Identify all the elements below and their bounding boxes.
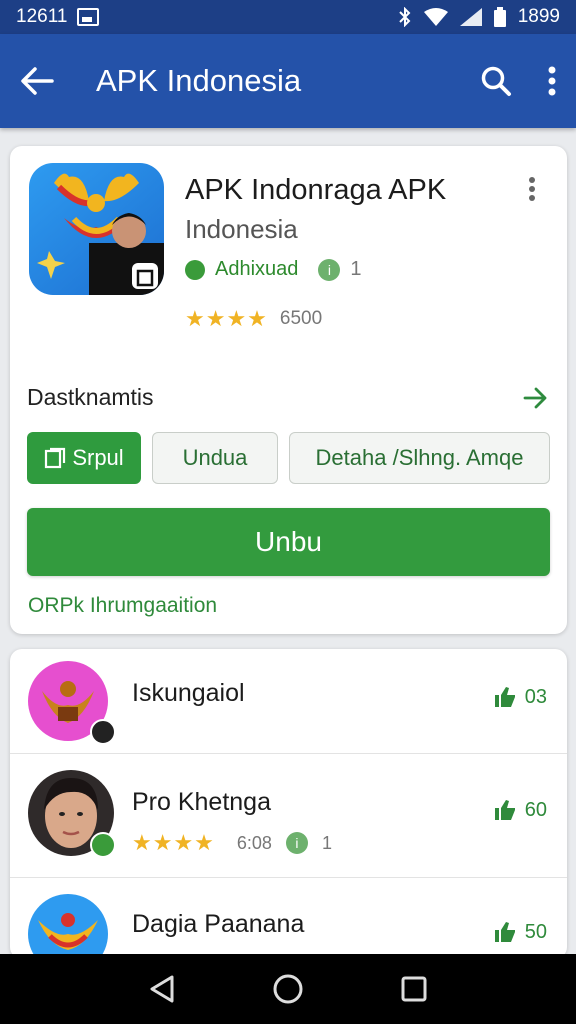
- battery-icon: [493, 7, 506, 27]
- like-button[interactable]: 50: [493, 920, 547, 944]
- search-icon[interactable]: [480, 65, 512, 97]
- chip-label-secondary: Undua: [182, 445, 248, 470]
- verified-icon: [185, 259, 205, 280]
- edit-badge-icon: [90, 719, 116, 745]
- verified-label: Adhixuad: [215, 258, 299, 280]
- info-icon: i: [285, 832, 308, 854]
- app-bar: APK Indonesia: [0, 34, 576, 128]
- chip-button-secondary[interactable]: Undua: [152, 432, 278, 484]
- rating-row: ★★★★ 6500: [185, 306, 322, 332]
- image-notification-icon: [77, 8, 100, 26]
- thumbs-up-icon: [494, 800, 515, 820]
- footer-link[interactable]: ORPk Ihrumgaaition: [28, 594, 217, 618]
- page-title: APK Indonesia: [96, 63, 302, 98]
- section-header[interactable]: Dastknamtis: [27, 384, 549, 411]
- like-count: 50: [524, 920, 547, 943]
- primary-action-button[interactable]: Unbu: [27, 508, 550, 576]
- section-title: Dastknamtis: [27, 384, 154, 410]
- garuda-emblem-icon: [37, 173, 164, 295]
- battery-level: 1899: [517, 6, 560, 27]
- signal-icon: [459, 8, 482, 26]
- rating-stars: ★★★★: [185, 306, 268, 331]
- meta-value: 6:08: [236, 832, 272, 853]
- copy-icon: [45, 447, 66, 469]
- wifi-icon: [423, 8, 448, 26]
- back-nav-icon[interactable]: [148, 974, 176, 1004]
- status-time: 12611: [16, 6, 68, 27]
- rating-value: 6500: [279, 308, 323, 329]
- card-more-options-icon[interactable]: [528, 176, 536, 202]
- bluetooth-icon: [399, 7, 411, 27]
- list-item-name: Pro Khetnga: [132, 788, 271, 816]
- arrow-right-icon[interactable]: [523, 387, 549, 409]
- list-item[interactable]: Pro Khetnga ★★★★ 6:08 i 1 60: [10, 753, 567, 875]
- thumbs-up-icon: [494, 687, 515, 707]
- recents-nav-icon[interactable]: [400, 975, 428, 1003]
- list-item[interactable]: Dagia Paanana 50: [10, 877, 567, 959]
- chip-button-primary[interactable]: Srpul: [27, 432, 141, 484]
- chip-label-primary: Srpul: [72, 445, 124, 470]
- badge-count: 1: [350, 258, 362, 280]
- like-button[interactable]: 60: [493, 798, 547, 822]
- more-options-icon[interactable]: [548, 66, 556, 96]
- like-button[interactable]: 03: [493, 685, 547, 709]
- chip-label-details: Detaha /Slhng. Amqe: [315, 445, 524, 470]
- app-developer[interactable]: Indonesia: [185, 214, 298, 245]
- app-list-card: Iskungaiol 03 Pro Khetnga ★★★★ 6:08 i 1: [10, 649, 567, 959]
- avatar: [28, 894, 108, 959]
- thumbs-up-icon: [494, 922, 515, 942]
- list-item-meta: ★★★★ 6:08 i 1: [132, 830, 332, 856]
- like-count: 03: [524, 685, 547, 708]
- like-count: 60: [524, 798, 547, 821]
- info-icon: i: [318, 258, 341, 281]
- list-item-name: Dagia Paanana: [132, 910, 305, 938]
- app-detail-card: APK Indonraga APK Indonesia Adhixuad i 1…: [10, 146, 567, 634]
- back-arrow-icon[interactable]: [20, 66, 54, 96]
- meta-count: 1: [321, 832, 332, 853]
- badge-row: Adhixuad i 1: [185, 258, 362, 281]
- home-nav-icon[interactable]: [272, 973, 304, 1005]
- status-bar: 12611 1899: [0, 0, 576, 34]
- verified-badge-icon: [90, 832, 116, 858]
- list-item-name: Iskungaiol: [132, 679, 245, 707]
- rating-stars: ★★★★: [132, 830, 215, 855]
- chip-row: Srpul Undua Detaha /Slhng. Amqe: [27, 432, 550, 484]
- garuda-avatar-icon: [38, 913, 98, 950]
- chip-button-details[interactable]: Detaha /Slhng. Amqe: [289, 432, 550, 484]
- app-icon[interactable]: [29, 163, 164, 295]
- app-name: APK Indonraga APK: [185, 174, 447, 206]
- system-nav-bar: [0, 954, 576, 1024]
